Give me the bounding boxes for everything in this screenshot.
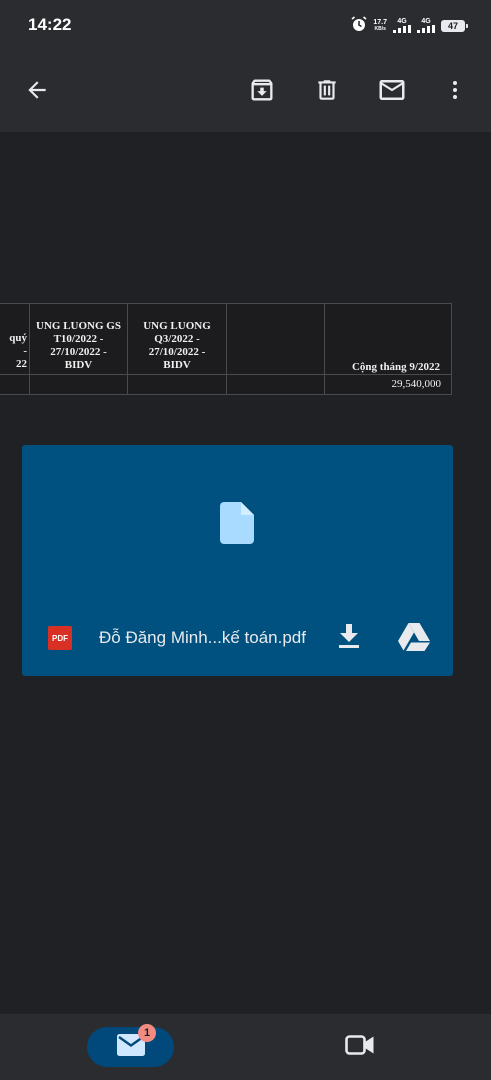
more-vert-icon: [443, 77, 467, 108]
save-to-drive-button[interactable]: [397, 622, 431, 656]
signal-group-2: 4G: [417, 18, 435, 35]
table-header-cell: [226, 303, 325, 375]
signal-icon: [417, 24, 435, 35]
more-options-button[interactable]: [435, 72, 475, 112]
net-speed-value: 17.7: [373, 19, 387, 26]
table-header-cell: UNG LUONG GS T10/2022 - 27/10/2022 - BID…: [29, 303, 128, 375]
signal-icon: [393, 24, 411, 35]
file-icon: [220, 502, 254, 549]
status-time: 14:22: [28, 15, 72, 34]
table-cell: 29,540,000: [324, 374, 452, 395]
table-cell: [127, 374, 227, 395]
back-arrow-icon: [24, 77, 50, 108]
table-cell: [226, 374, 325, 395]
net-speed-unit: KB/s: [374, 26, 386, 32]
spreadsheet-table: quý - 22 UNG LUONG GS T10/2022 - 27/10/2…: [0, 303, 452, 395]
archive-icon: [248, 76, 276, 109]
drive-icon: [398, 622, 430, 656]
table-header-cell: quý - 22: [0, 303, 30, 375]
table-header-cell: UNG LUONG Q3/2022 - 27/10/2022 - BIDV: [127, 303, 227, 375]
net-speed: 17.7 KB/s: [373, 19, 387, 33]
archive-button[interactable]: [242, 72, 282, 112]
signal-group-1: 4G: [393, 18, 411, 35]
meet-tab[interactable]: [340, 1031, 380, 1063]
alarm-icon: [351, 15, 367, 37]
attachment-card[interactable]: PDF Đỗ Đăng Minh...kế toán.pdf: [22, 445, 453, 676]
pdf-icon: PDF: [48, 626, 72, 650]
bottom-navigation: 1: [0, 1014, 491, 1080]
unread-count-badge: 1: [138, 1024, 156, 1042]
delete-button[interactable]: [307, 72, 347, 112]
delete-icon: [314, 77, 340, 108]
download-button[interactable]: [336, 623, 362, 653]
battery-icon: 47: [441, 20, 468, 32]
table-header-cell: Cộng tháng 9/2022: [324, 303, 452, 375]
table-cell: [0, 374, 30, 395]
status-icons: 17.7 KB/s 4G 4G 47: [351, 15, 468, 37]
pdf-type-label: PDF: [52, 633, 68, 643]
back-button[interactable]: [17, 72, 57, 112]
status-bar: 14:22 17.7 KB/s 4G 4G 47: [0, 0, 491, 52]
attachment-filename: Đỗ Đăng Minh...kế toán.pdf: [99, 628, 306, 647]
battery-level: 47: [447, 21, 458, 31]
mark-unread-button[interactable]: [372, 72, 412, 112]
mark-unread-icon: [377, 75, 407, 110]
table-cell: [29, 374, 128, 395]
video-camera-icon: [345, 1034, 375, 1061]
signal-2-label: 4G: [421, 17, 431, 25]
download-icon: [338, 623, 360, 653]
message-toolbar: [0, 52, 491, 132]
signal-1-label: 4G: [397, 17, 407, 25]
mail-tab[interactable]: 1: [87, 1024, 174, 1067]
